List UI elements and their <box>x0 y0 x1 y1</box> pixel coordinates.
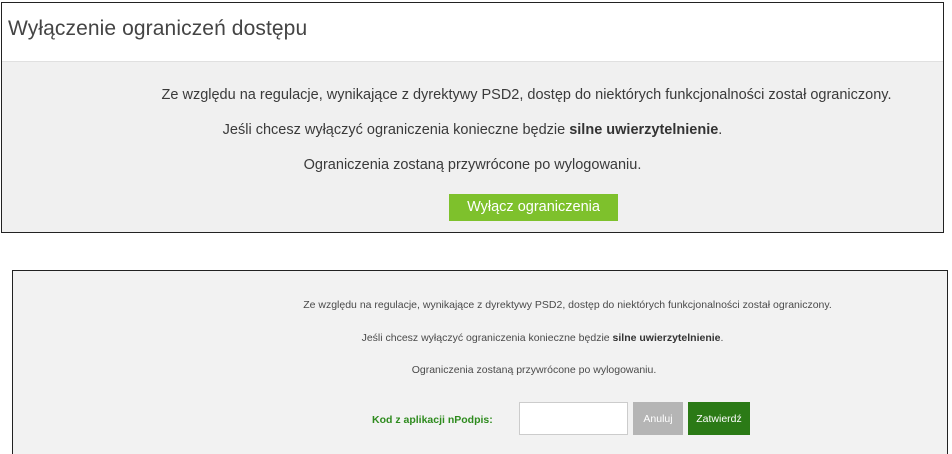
disable-restrictions-button[interactable]: Wyłącz ograniczenia <box>449 194 618 221</box>
strong-auth-emphasis: silne uwierzytelnienie <box>612 332 721 344</box>
psd2-info-text: Ze względu na regulacje, wynikające z dy… <box>161 87 892 103</box>
strong-auth-suffix: . <box>720 332 724 344</box>
restriction-panel-initial: Wyłączenie ograniczeń dostępu Ze względu… <box>1 2 944 233</box>
restore-info-text: Ograniczenia zostaną przywrócone po wylo… <box>411 364 657 376</box>
strong-auth-info-text: Jeśli chcesz wyłączyć ograniczenia konie… <box>13 332 947 344</box>
restriction-panel-code-entry: Ze względu na regulacje, wynikające z dy… <box>12 270 948 454</box>
strong-auth-suffix: . <box>718 122 723 138</box>
confirm-button[interactable]: Zatwierdź <box>688 402 750 435</box>
npodpis-code-label: Kod z aplikacji nPodpis: <box>372 414 493 426</box>
restore-info-text: Ograniczenia zostaną przywrócone po wylo… <box>303 157 642 173</box>
strong-auth-prefix: Jeśli chcesz wyłączyć ograniczenia konie… <box>222 122 570 138</box>
strong-auth-info-text: Jeśli chcesz wyłączyć ograniczenia konie… <box>2 122 943 138</box>
panel-body: Ze względu na regulacje, wynikające z dy… <box>2 61 943 232</box>
psd2-info-text: Ze względu na regulacje, wynikające z dy… <box>303 299 832 311</box>
npodpis-code-input[interactable] <box>519 402 628 435</box>
panel-title: Wyłączenie ograniczeń dostępu <box>8 17 308 40</box>
strong-auth-emphasis: silne uwierzytelnienie <box>569 122 719 138</box>
strong-auth-prefix: Jeśli chcesz wyłączyć ograniczenia konie… <box>361 332 613 344</box>
cancel-button[interactable]: Anuluj <box>633 402 683 435</box>
